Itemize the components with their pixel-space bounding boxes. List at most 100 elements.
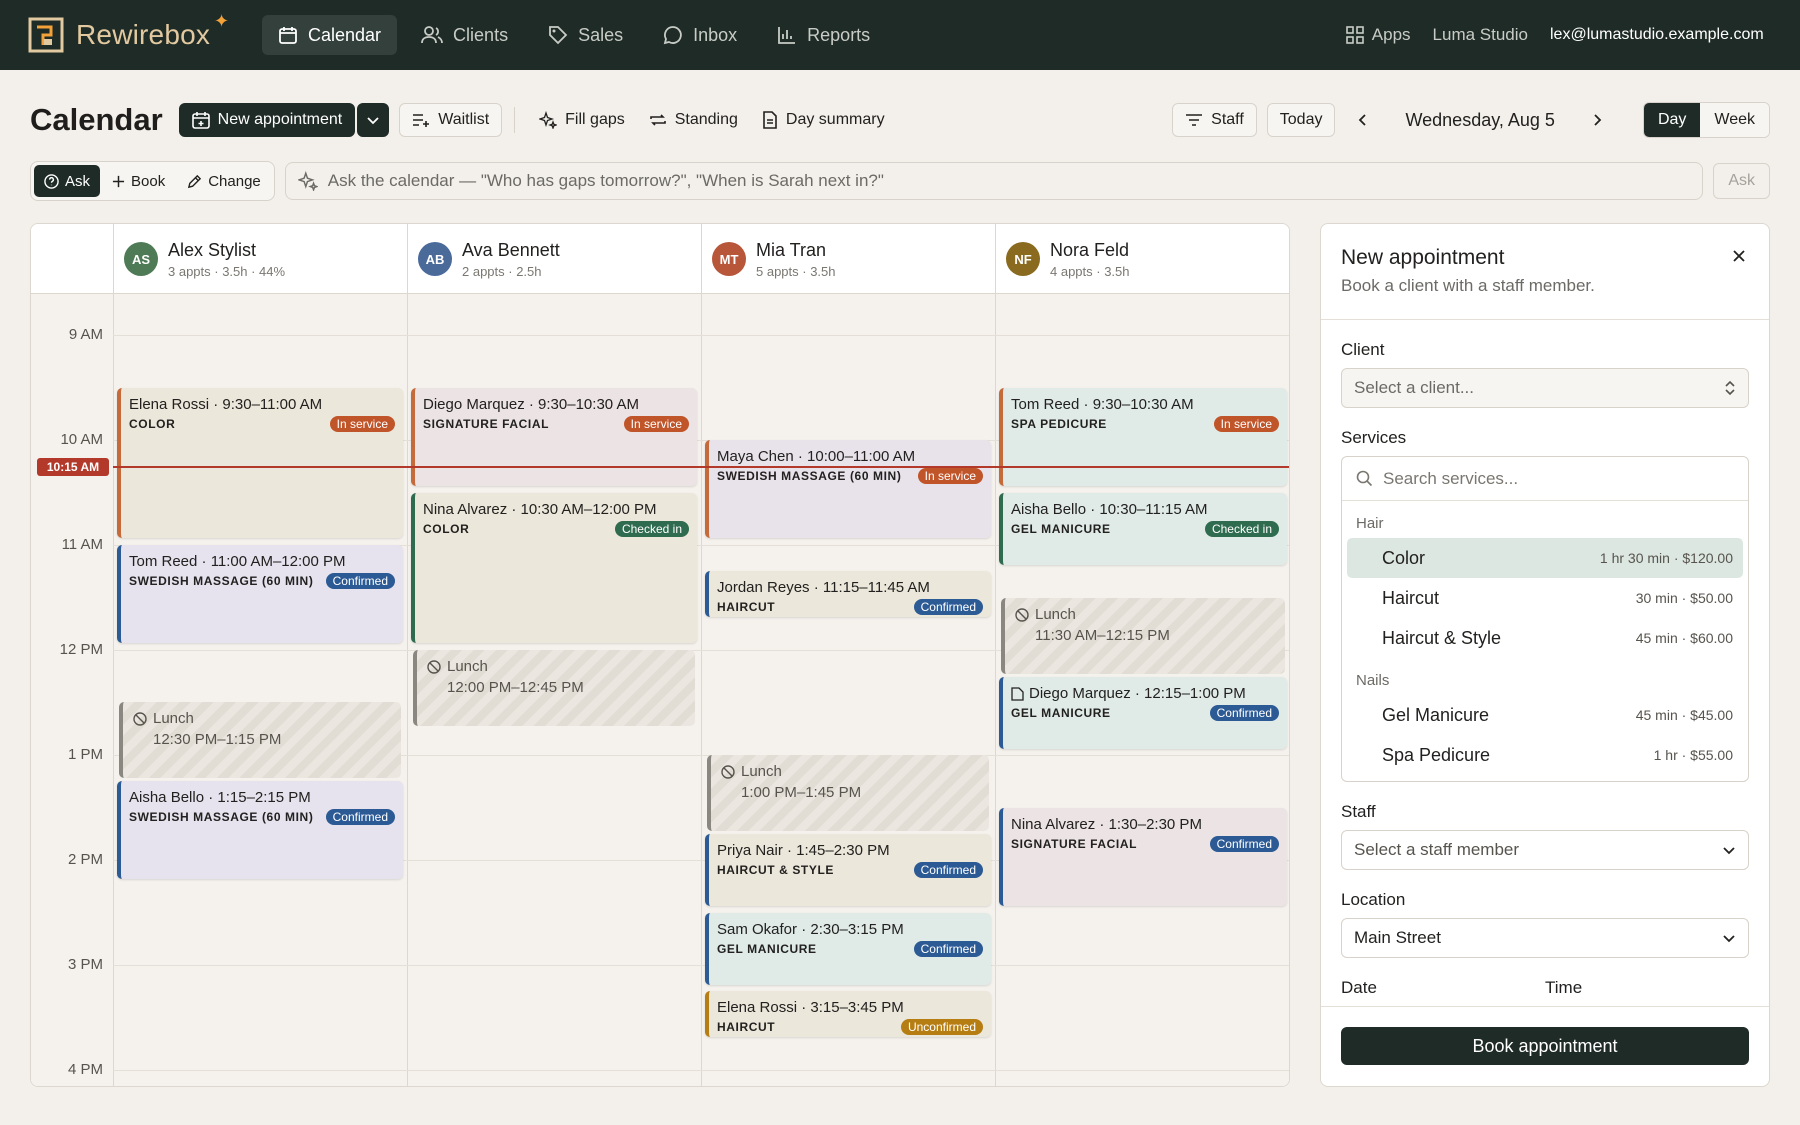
day-summary-label: Day summary bbox=[785, 111, 885, 128]
client-placeholder: Select a client... bbox=[1354, 378, 1475, 397]
waitlist-button[interactable]: Waitlist bbox=[399, 103, 503, 137]
next-day-button[interactable] bbox=[1579, 103, 1615, 137]
toolbar-right: Staff Today Wednesday, Aug 5 Day Week bbox=[1172, 102, 1770, 138]
mode-book[interactable]: Book bbox=[102, 165, 175, 197]
panel-subtitle: Book a client with a staff member. bbox=[1341, 276, 1595, 295]
calendar-grid: AS Alex Stylist 3 appts · 3.5h · 44% AB A… bbox=[30, 223, 1290, 1087]
help-circle-icon bbox=[44, 173, 59, 189]
user-email[interactable]: lex@lumastudio.example.com bbox=[1550, 26, 1770, 44]
chat-icon bbox=[663, 26, 682, 45]
chevron-left-icon bbox=[1359, 114, 1367, 126]
grid-icon bbox=[1345, 26, 1364, 44]
appointment-card[interactable]: Nina Alvarez · 10:30 AM–12:00 PM COLOR Ch… bbox=[411, 493, 697, 643]
repeat-icon bbox=[649, 114, 666, 126]
staff-header-row: AS Alex Stylist 3 appts · 3.5h · 44% AB A… bbox=[31, 224, 1289, 294]
appointment-title: Elena Rossi · 3:15–3:45 PM bbox=[717, 999, 904, 1016]
appointment-card[interactable]: Aisha Bello · 10:30–11:15 AM GEL MANICUR… bbox=[999, 493, 1287, 565]
ask-input[interactable]: Ask the calendar — "Who has gaps tomorro… bbox=[284, 162, 1704, 200]
status-badge: In service bbox=[623, 416, 689, 432]
brand-name: Rewirebox bbox=[76, 19, 211, 50]
fill-gaps-button[interactable]: Fill gaps bbox=[527, 103, 637, 137]
location-select[interactable]: Main Street bbox=[1341, 918, 1749, 958]
lunch-block[interactable]: Lunch 1:00 PM–1:45 PM bbox=[707, 755, 989, 831]
appointment-service: GEL MANICURE bbox=[1011, 706, 1111, 720]
studio-name[interactable]: Luma Studio bbox=[1433, 25, 1528, 45]
appointment-card[interactable]: Tom Reed · 11:00 AM–12:00 PM SWEDISH MAS… bbox=[117, 545, 403, 643]
status-badge: Confirmed bbox=[913, 599, 983, 615]
hour-line bbox=[113, 335, 1289, 336]
nav-right: Apps Luma Studio lex@lumastudio.example.… bbox=[1345, 0, 1770, 70]
appointment-service: GEL MANICURE bbox=[1011, 522, 1111, 536]
appointment-card[interactable]: Sam Okafor · 2:30–3:15 PM GEL MANICURE Co… bbox=[705, 913, 991, 985]
service-option-color[interactable]: Color 1 hr 30 min · $120.00 bbox=[1347, 538, 1743, 578]
view-week-button[interactable]: Week bbox=[1700, 103, 1769, 137]
block-icon bbox=[721, 764, 735, 779]
appointment-card[interactable]: Diego Marquez · 9:30–10:30 AM SIGNATURE … bbox=[411, 388, 697, 486]
nav-inbox[interactable]: Inbox bbox=[647, 15, 753, 55]
nav-sales[interactable]: Sales bbox=[532, 15, 639, 55]
appointment-card[interactable]: Nina Alvarez · 1:30–2:30 PM SIGNATURE FA… bbox=[999, 808, 1287, 906]
hour-label: 4 PM bbox=[67, 1061, 103, 1078]
close-icon[interactable] bbox=[1731, 248, 1747, 264]
day-summary-button[interactable]: Day summary bbox=[750, 103, 897, 137]
staff-header-nora[interactable]: NF Nora Feld 4 appts · 3.5h bbox=[995, 224, 1289, 294]
today-button[interactable]: Today bbox=[1266, 103, 1336, 137]
staff-name: Mia Tran bbox=[756, 239, 827, 260]
appointment-card[interactable]: Diego Marquez · 12:15–1:00 PM GEL MANICU… bbox=[999, 677, 1287, 749]
staff-meta: 3 appts · 3.5h · 44% bbox=[168, 263, 286, 279]
panel-body: Client Select a client... Services Searc… bbox=[1321, 340, 1769, 998]
sparkle-icon: ✦ bbox=[214, 11, 230, 31]
service-option-spa-pedicure[interactable]: Spa Pedicure 1 hr · $55.00 bbox=[1347, 735, 1743, 775]
nav-clients[interactable]: Clients bbox=[405, 15, 524, 55]
new-appointment-label: New appointment bbox=[217, 111, 343, 128]
staff-filter-button[interactable]: Staff bbox=[1172, 103, 1257, 137]
mode-ask-label: Ask bbox=[65, 172, 91, 190]
staff-meta: 2 appts · 2.5h bbox=[462, 263, 542, 279]
view-day-button[interactable]: Day bbox=[1643, 103, 1701, 137]
status-badge: Unconfirmed bbox=[900, 1019, 983, 1035]
client-select[interactable]: Select a client... bbox=[1341, 368, 1749, 408]
standing-button[interactable]: Standing bbox=[637, 103, 750, 137]
appointment-card[interactable]: Elena Rossi · 9:30–11:00 AM COLOR In serv… bbox=[117, 388, 403, 538]
lunch-block[interactable]: Lunch 12:30 PM–1:15 PM bbox=[119, 702, 401, 778]
brand[interactable]: Rewirebox ✦ bbox=[28, 11, 238, 55]
lunch-block[interactable]: Lunch 11:30 AM–12:15 PM bbox=[1001, 598, 1285, 674]
appointment-card[interactable]: Aisha Bello · 1:15–2:15 PM SWEDISH MASSA… bbox=[117, 781, 403, 879]
ask-submit-button[interactable]: Ask bbox=[1713, 163, 1770, 199]
staff-header-ava[interactable]: AB Ava Bennett 2 appts · 2.5h bbox=[407, 224, 701, 294]
book-appointment-button[interactable]: Book appointment bbox=[1341, 1027, 1749, 1065]
new-appointment-menu-button[interactable] bbox=[357, 103, 390, 137]
apps-button[interactable]: Apps bbox=[1345, 25, 1411, 45]
new-appointment-button[interactable]: New appointment bbox=[178, 103, 356, 137]
appointment-card[interactable]: Priya Nair · 1:45–2:30 PM HAIRCUT & STYL… bbox=[705, 834, 991, 906]
nav-calendar[interactable]: Calendar bbox=[262, 15, 398, 55]
nav-reports[interactable]: Reports bbox=[761, 15, 886, 55]
staff-header-alex[interactable]: AS Alex Stylist 3 appts · 3.5h · 44% bbox=[113, 224, 407, 294]
status-badge: In service bbox=[1213, 416, 1279, 432]
service-option-gel-manicure[interactable]: Gel Manicure 45 min · $45.00 bbox=[1347, 695, 1743, 735]
mode-ask[interactable]: Ask bbox=[34, 165, 101, 197]
staff-select[interactable]: Select a staff member bbox=[1341, 830, 1749, 870]
appointment-card[interactable]: Tom Reed · 9:30–10:30 AM SPA PEDICURE In … bbox=[999, 388, 1287, 486]
appointment-card[interactable]: Elena Rossi · 3:15–3:45 PM HAIRCUT Unconf… bbox=[705, 991, 991, 1037]
appointment-service: SIGNATURE FACIAL bbox=[423, 417, 550, 431]
mode-change[interactable]: Change bbox=[177, 165, 271, 197]
services-search-input[interactable]: Search services... bbox=[1342, 457, 1748, 501]
hour-label: 1 PM bbox=[67, 746, 103, 763]
staff-meta: 4 appts · 3.5h bbox=[1050, 263, 1130, 279]
prev-day-button[interactable] bbox=[1345, 103, 1381, 137]
lunch-time: 12:00 PM–12:45 PM bbox=[447, 679, 584, 696]
service-option-haircut-style[interactable]: Haircut & Style 45 min · $60.00 bbox=[1347, 618, 1743, 658]
staff-header-mia[interactable]: MT Mia Tran 5 appts · 3.5h bbox=[701, 224, 995, 294]
service-meta: 1 hr · $55.00 bbox=[1653, 747, 1733, 763]
appointment-card[interactable]: Maya Chen · 10:00–11:00 AM SWEDISH MASSA… bbox=[705, 440, 991, 538]
location-value: Main Street bbox=[1354, 928, 1441, 947]
appointment-card[interactable]: Jordan Reyes · 11:15–11:45 AM HAIRCUT Con… bbox=[705, 571, 991, 617]
lunch-time: 12:30 PM–1:15 PM bbox=[153, 731, 282, 748]
lunch-block[interactable]: Lunch 12:00 PM–12:45 PM bbox=[413, 650, 695, 726]
appointment-title: Diego Marquez · 9:30–10:30 AM bbox=[423, 396, 639, 413]
service-option-haircut[interactable]: Haircut 30 min · $50.00 bbox=[1347, 578, 1743, 618]
bar-chart-icon bbox=[778, 27, 796, 44]
new-appointment-split: New appointment bbox=[178, 103, 390, 137]
pencil-icon bbox=[188, 174, 202, 188]
